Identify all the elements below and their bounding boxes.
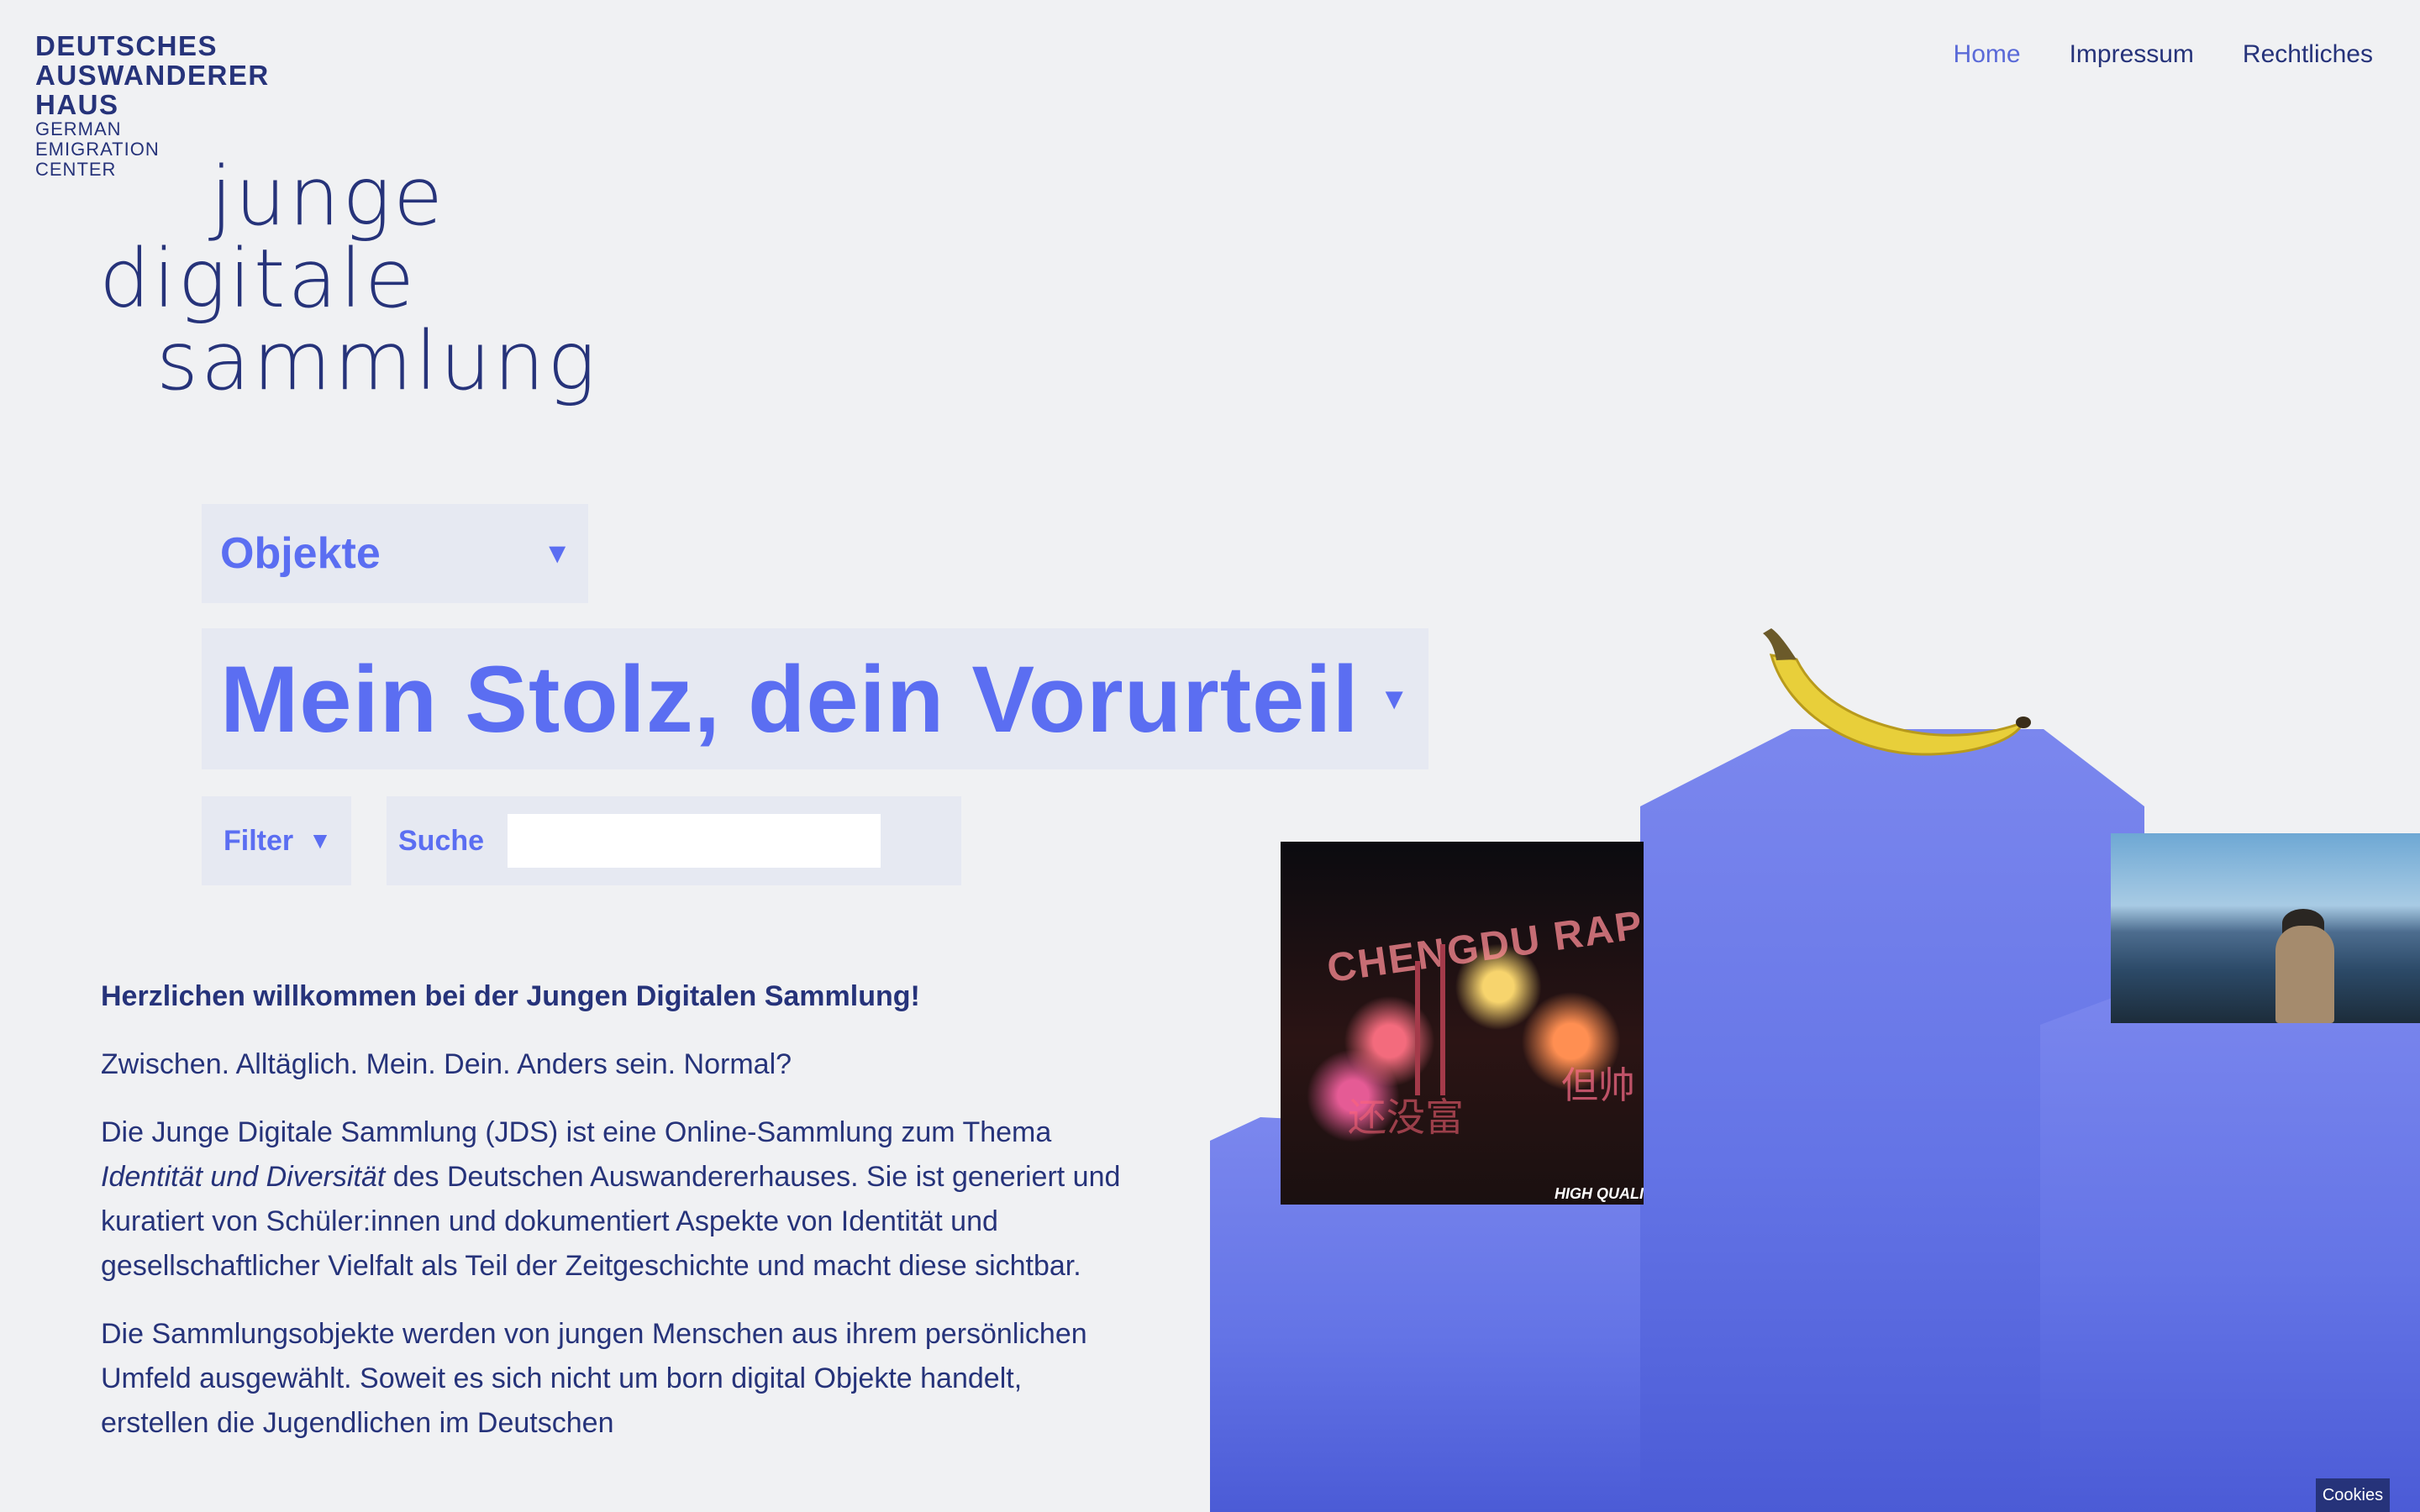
filter-button[interactable]: Filter ▼ bbox=[202, 796, 351, 885]
nav-impressum-link[interactable]: Impressum bbox=[2070, 40, 2194, 69]
intro-headline: Herzlichen willkommen bei der Jungen Dig… bbox=[101, 980, 920, 1012]
object-banana-image[interactable] bbox=[1738, 613, 2040, 781]
collection-select-label: Mein Stolz, dein Vorurteil bbox=[220, 646, 1360, 752]
object-fireworks-image[interactable]: CHENGDU RAP 还没富 但帅 HIGH QUALI bbox=[1281, 842, 1644, 1205]
chevron-down-icon: ▼ bbox=[308, 827, 332, 853]
logo-sub-1: GERMAN bbox=[35, 118, 122, 139]
person-shape bbox=[2275, 926, 2334, 1023]
intro-tagline: Zwischen. Alltäglich. Mein. Dein. Anders… bbox=[101, 1048, 792, 1080]
search-input[interactable] bbox=[508, 814, 881, 868]
category-select-label: Objekte bbox=[220, 529, 381, 578]
jds-wordmark-junge: junge bbox=[210, 150, 446, 244]
fireworks-title-text: CHENGDU RAP bbox=[1324, 902, 1644, 992]
main-nav: Home Impressum Rechtliches bbox=[1954, 40, 2373, 69]
nav-home-link[interactable]: Home bbox=[1954, 40, 2021, 69]
jds-wordmark-digitale: digitale bbox=[99, 232, 418, 326]
tower-shape bbox=[1415, 961, 1420, 1095]
intro-paragraph-2: Die Sammlungsobjekte werden von jungen M… bbox=[101, 1318, 1087, 1439]
intro-paragraph-1: Die Junge Digitale Sammlung (JDS) ist ei… bbox=[101, 1110, 1126, 1289]
object-mountain-image[interactable] bbox=[2111, 833, 2420, 1023]
podium-right bbox=[2040, 974, 2420, 1512]
search-label: Suche bbox=[398, 824, 485, 857]
logo-line-2: AUSWANDERER bbox=[35, 60, 270, 91]
category-select[interactable]: Objekte ▼ bbox=[202, 504, 588, 603]
logo-line-3: HAUS bbox=[35, 89, 119, 120]
filter-label: Filter bbox=[224, 824, 294, 857]
intro-section: Herzlichen willkommen bei der Jungen Dig… bbox=[101, 974, 1126, 1469]
tower-shape bbox=[1440, 944, 1445, 1095]
chevron-down-icon: ▼ bbox=[543, 537, 571, 570]
chevron-down-icon: ▼ bbox=[1379, 681, 1410, 716]
cookies-button[interactable]: Cookies bbox=[2316, 1478, 2390, 1512]
collection-select[interactable]: Mein Stolz, dein Vorurteil ▼ bbox=[202, 628, 1428, 769]
fireworks-quality-tag: HIGH QUALI bbox=[1555, 1185, 1644, 1202]
logo-line-1: DEUTSCHES bbox=[35, 30, 218, 61]
search-bar: Suche bbox=[387, 796, 961, 885]
intro-p1-emphasis: Identität und Diversität bbox=[101, 1161, 386, 1193]
intro-p1-text-a: Die Junge Digitale Sammlung (JDS) ist ei… bbox=[101, 1116, 1052, 1148]
fireworks-sub-text: 还没富 bbox=[1348, 1095, 1464, 1139]
fireworks-side-text: 但帅 bbox=[1561, 1065, 1635, 1106]
jds-wordmark-sammlung: sammlung bbox=[156, 314, 598, 408]
nav-rechtliches-link[interactable]: Rechtliches bbox=[2243, 40, 2373, 69]
